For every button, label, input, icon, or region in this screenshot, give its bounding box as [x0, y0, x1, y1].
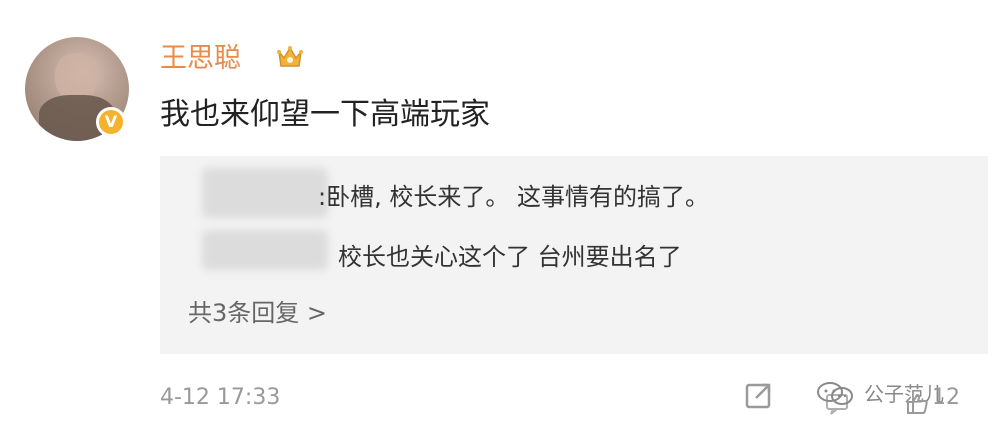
blurred-reply-author: [202, 230, 328, 270]
watermark: 公子范儿: [814, 374, 994, 414]
verified-badge-icon: V: [96, 107, 126, 137]
like-count[interactable]: 12: [932, 384, 960, 412]
comment-card: V 王思聪 我也来仰望一下高端玩家 :卧槽, 校长来了。 这事情有的搞了。 校长…: [0, 0, 1000, 430]
reply-text: 校长也关心这个了 台州要出名了: [338, 243, 682, 271]
reply-text: :卧槽, 校长来了。 这事情有的搞了。: [318, 183, 709, 211]
avatar-face: [55, 53, 97, 101]
more-replies-link[interactable]: 共3条回复 >: [188, 298, 327, 328]
blurred-reply-author: [202, 168, 328, 218]
comment-content: 我也来仰望一下高端玩家: [160, 97, 490, 132]
crown-icon: [277, 46, 303, 67]
username[interactable]: 王思聪: [160, 42, 241, 76]
wechat-icon: [817, 382, 853, 405]
comment-timestamp: 4-12 17:33: [160, 385, 281, 410]
replies-box[interactable]: :卧槽, 校长来了。 这事情有的搞了。 校长也关心这个了 台州要出名了 共3条回…: [160, 156, 988, 354]
share-icon[interactable]: [742, 378, 776, 412]
like-icon[interactable]: [906, 392, 930, 416]
